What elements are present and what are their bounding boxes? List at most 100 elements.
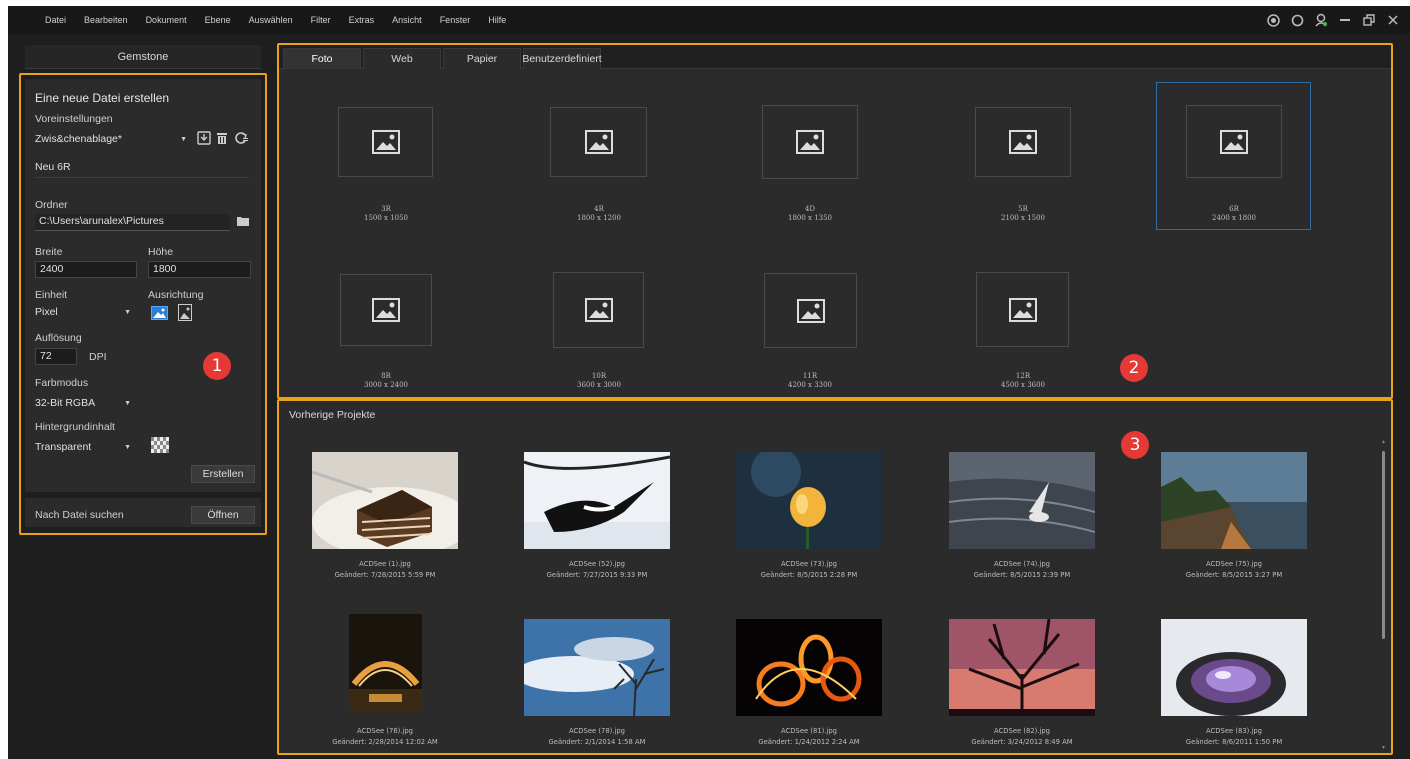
template-thumb-12r[interactable] <box>976 272 1069 347</box>
template-size: 4500 x 3600 <box>1000 381 1046 389</box>
close-icon[interactable] <box>1386 13 1400 27</box>
scrollbar[interactable]: ▲ ▼ <box>1381 439 1387 751</box>
template-thumb-6r[interactable] <box>1186 105 1282 178</box>
preset-name-field[interactable]: Neu 6R <box>35 161 71 173</box>
color-mode-value: 32-Bit RGBA <box>35 397 96 409</box>
photo-modified: Geändert: 2/28/2014 12:02 AM <box>332 738 438 746</box>
user-icon[interactable] <box>1314 13 1328 27</box>
chevron-down-icon: ▼ <box>124 309 131 316</box>
unit-label: Einheit <box>35 289 68 301</box>
template-thumb-5r[interactable] <box>975 107 1071 177</box>
recent-projects-title: Vorherige Projekte <box>289 409 376 421</box>
photo-thumb-bridge-night[interactable] <box>349 614 422 711</box>
restore-icon[interactable] <box>1362 13 1376 27</box>
template-label-8r[interactable]: 8R 3000 x 2400 <box>316 372 456 390</box>
new-file-form: Eine neue Datei erstellen Voreinstellung… <box>25 79 261 527</box>
folder-icon[interactable] <box>236 215 250 230</box>
template-label-4r[interactable]: 4R 1800 x 1200 <box>529 205 669 223</box>
menu-hilfe[interactable]: Hilfe <box>488 15 506 25</box>
photo-thumb-flower[interactable] <box>736 452 882 549</box>
divider <box>35 177 249 178</box>
folder-input[interactable]: C:\Users\arunalex\Pictures <box>35 214 230 231</box>
width-label: Breite <box>35 246 63 258</box>
tab-foto[interactable]: Foto <box>283 48 361 69</box>
template-thumb-4r[interactable] <box>550 107 647 177</box>
smiley-icon[interactable] <box>1266 13 1280 27</box>
template-size: 1800 x 1200 <box>576 214 622 222</box>
photo-thumb-coast[interactable] <box>1161 452 1307 549</box>
template-size: 1500 x 1050 <box>363 214 409 222</box>
presets-dropdown[interactable]: Zwis&chenablage* ▼ <box>35 131 191 148</box>
menubar: Datei Bearbeiten Dokument Ebene Auswähle… <box>8 6 1410 34</box>
templates-panel: Foto Web Papier Benutzerdefiniert 3R 1500… <box>277 43 1393 399</box>
color-mode-dropdown[interactable]: 32-Bit RGBA ▼ <box>35 395 135 412</box>
open-button[interactable]: Öffnen <box>191 506 255 524</box>
template-size: 2400 x 1800 <box>1211 214 1257 222</box>
photo-thumb-lens[interactable] <box>1161 619 1307 716</box>
height-input[interactable]: 1800 <box>148 261 251 278</box>
image-placeholder-icon <box>1220 129 1248 154</box>
image-placeholder-icon <box>1009 130 1037 154</box>
photo-thumb-tree-sunset[interactable] <box>949 619 1095 716</box>
template-label-5r[interactable]: 5R 2100 x 1500 <box>953 205 1093 223</box>
save-preset-icon[interactable] <box>197 131 211 148</box>
template-size: 3000 x 2400 <box>363 381 409 389</box>
menu-dokument[interactable]: Dokument <box>146 15 187 25</box>
tab-web[interactable]: Web <box>363 48 441 69</box>
menu-datei[interactable]: Datei <box>45 15 66 25</box>
background-dropdown[interactable]: Transparent ▼ <box>35 439 135 456</box>
menu-ebene[interactable]: Ebene <box>205 15 231 25</box>
app-window: Datei Bearbeiten Dokument Ebene Auswähle… <box>8 6 1410 759</box>
gemstone-tab[interactable]: Gemstone <box>25 45 261 69</box>
reset-preset-icon[interactable] <box>234 131 249 148</box>
photo-thumb-seagull[interactable] <box>949 452 1095 549</box>
template-thumb-4d[interactable] <box>762 105 858 179</box>
chevron-down-icon: ▼ <box>124 444 131 451</box>
resolution-input[interactable]: 72 <box>35 348 77 365</box>
menu-filter[interactable]: Filter <box>311 15 331 25</box>
chevron-down-icon: ▼ <box>124 400 131 407</box>
tab-benutzerdefiniert[interactable]: Benutzerdefiniert <box>522 48 602 69</box>
template-thumb-11r[interactable] <box>764 273 857 348</box>
template-label-12r[interactable]: 12R 4500 x 3600 <box>953 372 1093 390</box>
unit-value: Pixel <box>35 306 58 318</box>
photo-thumb-cake[interactable] <box>312 452 458 549</box>
width-input[interactable]: 2400 <box>35 261 137 278</box>
menu-auswaehlen[interactable]: Auswählen <box>249 15 293 25</box>
window-controls <box>1266 13 1400 27</box>
photo-thumb-tree-sky[interactable] <box>524 619 670 716</box>
minimize-icon[interactable] <box>1338 13 1352 27</box>
transparency-swatch-icon[interactable] <box>151 437 169 456</box>
landscape-icon[interactable] <box>151 306 168 323</box>
menu-ansicht[interactable]: Ansicht <box>392 15 422 25</box>
scroll-down-icon[interactable]: ▼ <box>1381 745 1386 751</box>
template-name: 6R <box>1229 205 1239 213</box>
scroll-up-icon[interactable]: ▲ <box>1381 439 1386 445</box>
photo-caption: ACDSee (78).jpg Geändert: 2/1/2014 1:58 A… <box>497 726 697 748</box>
template-label-11r[interactable]: 11R 4200 x 3300 <box>740 372 880 390</box>
template-thumb-3r[interactable] <box>338 107 433 177</box>
gemstone-tab-label: Gemstone <box>117 50 169 63</box>
photo-thumb-fire[interactable] <box>736 619 882 716</box>
circle-icon[interactable] <box>1290 13 1304 27</box>
photo-thumb-magpie[interactable] <box>524 452 670 549</box>
tab-papier[interactable]: Papier <box>443 48 521 69</box>
photo-caption: ACDSee (81).jpg Geändert: 1/24/2012 2:24 … <box>709 726 909 748</box>
menu-bearbeiten[interactable]: Bearbeiten <box>84 15 128 25</box>
template-thumb-10r[interactable] <box>553 272 644 348</box>
template-label-4d[interactable]: 4D 1800 x 1350 <box>740 205 880 223</box>
unit-dropdown[interactable]: Pixel ▼ <box>35 304 135 321</box>
template-name: 10R <box>591 372 607 380</box>
template-label-3r[interactable]: 3R 1500 x 1050 <box>316 205 456 223</box>
portrait-icon[interactable] <box>178 304 192 324</box>
resolution-label: Auflösung <box>35 332 82 344</box>
create-button[interactable]: Erstellen <box>191 465 255 483</box>
menu-fenster[interactable]: Fenster <box>440 15 471 25</box>
template-thumb-8r[interactable] <box>340 274 432 346</box>
delete-preset-icon[interactable] <box>215 131 229 148</box>
template-size: 2100 x 1500 <box>1000 214 1046 222</box>
template-label-6r[interactable]: 6R 2400 x 1800 <box>1164 205 1304 223</box>
template-label-10r[interactable]: 10R 3600 x 3000 <box>529 372 669 390</box>
scrollbar-thumb[interactable] <box>1382 451 1385 639</box>
menu-extras[interactable]: Extras <box>349 15 375 25</box>
